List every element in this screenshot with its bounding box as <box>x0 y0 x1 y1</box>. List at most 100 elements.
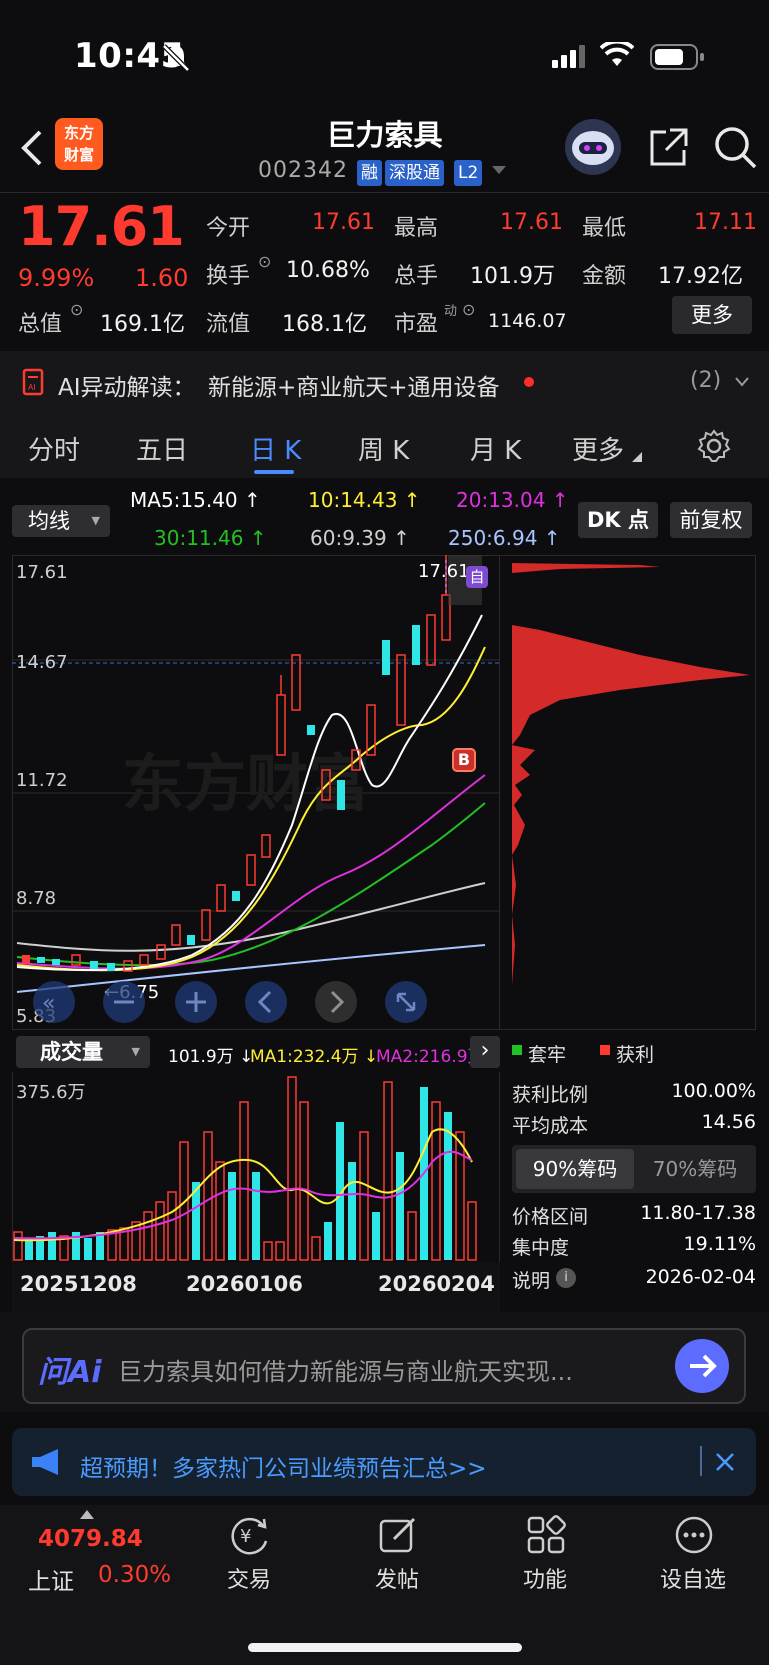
turnover-value: 10.68% <box>286 258 370 283</box>
functions-grid-icon[interactable] <box>526 1515 566 1555</box>
svg-text:东方财富: 东方财富 <box>122 747 370 820</box>
volume-indicator-select[interactable]: 成交量 ▼ <box>16 1036 150 1068</box>
ma10-value: 10:14.43 ↑ <box>308 488 421 512</box>
tab-chip-90[interactable]: 90%筹码 <box>516 1149 634 1189</box>
ma20-value: 20:13.04 ↑ <box>456 488 569 512</box>
tag-connect: 深股通 <box>385 160 444 186</box>
up-caret-icon <box>80 1510 94 1519</box>
ma250-value: 250:6.94 ↑ <box>448 526 561 550</box>
select-caret-icon: ▼ <box>131 1045 140 1058</box>
scroll-far-left-button[interactable] <box>32 980 76 1024</box>
dk-point-button[interactable]: DK 点 <box>578 502 658 538</box>
index-name: 上证 <box>28 1569 74 1595</box>
note-label: 说明 <box>512 1270 551 1292</box>
info-dots-icon[interactable]: ⊙ <box>70 300 83 319</box>
change-amount: 1.60 <box>135 264 189 292</box>
total-cap-label: 总值 <box>18 312 63 337</box>
max-price-marker: 17.61 <box>418 561 470 582</box>
ma60-value: 60:9.39 ↑ <box>310 526 410 550</box>
ask-ai-brand: 问Ai <box>38 1355 102 1390</box>
nav-add-watchlist[interactable]: 设自选 <box>643 1562 743 1594</box>
volume-expand-icon[interactable]: › <box>470 1036 500 1068</box>
tab-five-day[interactable]: 五日 <box>136 430 188 467</box>
info-dots-icon[interactable]: ⊙ <box>258 252 271 271</box>
notice-divider <box>700 1446 702 1476</box>
price-axis-top: 17.61 <box>16 562 68 583</box>
trap-legend-swatch <box>512 1045 522 1055</box>
send-arrow-icon[interactable] <box>674 1338 730 1394</box>
more-dots-icon[interactable] <box>674 1515 714 1555</box>
corner-caret-icon <box>632 452 642 462</box>
date-label-3: 20260204 <box>378 1272 495 1296</box>
open-value: 17.61 <box>312 210 375 235</box>
price-range-label: 价格区间 <box>512 1206 589 1228</box>
tab-daily-k[interactable]: 日 K <box>250 430 301 467</box>
ma-select[interactable]: 均线 ▼ <box>12 505 110 537</box>
tab-intraday[interactable]: 分时 <box>28 430 80 467</box>
profit-legend-swatch <box>600 1045 610 1055</box>
ai-banner-count: (2) <box>690 368 722 393</box>
avg-cost-value: 14.56 <box>701 1111 756 1133</box>
fullscreen-button[interactable] <box>384 980 428 1024</box>
pe-value: 1146.07 <box>488 310 567 332</box>
float-cap-label: 流值 <box>206 312 251 337</box>
home-indicator[interactable] <box>248 1643 522 1652</box>
open-label: 今开 <box>206 216 251 241</box>
price-axis-2: 14.67 <box>16 652 68 673</box>
profit-ratio-value: 100.00% <box>671 1080 756 1102</box>
buy-signal-badge[interactable]: B <box>452 748 476 772</box>
note-date: 2026-02-04 <box>645 1266 756 1288</box>
info-dots-icon[interactable]: ⊙ <box>462 300 475 319</box>
index-pct: 0.30% <box>98 1562 172 1588</box>
volume-current: 101.9万 ↓ <box>168 1047 254 1067</box>
tab-weekly-k[interactable]: 周 K <box>358 430 409 467</box>
avg-cost-label: 平均成本 <box>512 1115 589 1137</box>
price-axis-3: 11.72 <box>16 770 68 791</box>
price-range-value: 11.80-17.38 <box>640 1202 756 1224</box>
amount-label: 金额 <box>582 264 627 289</box>
change-pct: 9.99% <box>18 264 95 292</box>
trade-yen-icon[interactable]: ¥ <box>228 1515 270 1555</box>
chevron-down-icon[interactable] <box>734 376 750 388</box>
nav-functions[interactable]: 功能 <box>495 1562 595 1594</box>
mute-bell-icon <box>162 44 190 72</box>
volume-ma2: MA2:216.9万 <box>376 1047 482 1067</box>
nav-post[interactable]: 发帖 <box>347 1562 447 1594</box>
search-icon[interactable] <box>714 126 758 170</box>
notice-text: 超预期！多家热门公司业绩预告汇总>> <box>80 1456 487 1482</box>
low-label: 最低 <box>582 216 627 241</box>
nav-trade[interactable]: 交易 <box>199 1562 299 1594</box>
svg-text:AI: AI <box>28 383 36 392</box>
settings-gear-icon[interactable] <box>696 428 732 464</box>
info-icon[interactable]: i <box>556 1268 576 1288</box>
ai-banner-text: 新能源+商业航天+通用设备 <box>208 375 500 401</box>
tab-chip-70[interactable]: 70%筹码 <box>638 1149 752 1189</box>
svg-text:¥: ¥ <box>240 1526 251 1547</box>
event-marker-icon[interactable]: 自 <box>466 566 488 588</box>
concentration-label: 集中度 <box>512 1237 570 1259</box>
total-cap-value: 169.1亿 <box>100 312 185 337</box>
zoom-in-button[interactable] <box>174 980 218 1024</box>
caret-down-icon[interactable] <box>492 166 506 176</box>
post-edit-icon[interactable] <box>378 1515 418 1555</box>
close-icon[interactable] <box>714 1451 736 1473</box>
index-value[interactable]: 4079.84 <box>38 1526 143 1552</box>
high-label: 最高 <box>394 216 439 241</box>
turnover-label: 换手 <box>206 264 251 289</box>
scroll-right-button[interactable] <box>314 980 358 1024</box>
zoom-out-button[interactable] <box>102 980 146 1024</box>
more-button[interactable]: 更多 <box>672 296 752 334</box>
ma60-line <box>16 882 486 952</box>
current-price: 17.61 <box>18 195 185 258</box>
date-label-2: 20260106 <box>186 1272 303 1296</box>
share-icon[interactable] <box>648 126 690 168</box>
tab-more[interactable]: 更多 <box>572 430 624 467</box>
price-adjust-button[interactable]: 前复权 <box>670 502 752 538</box>
ma30-line <box>16 802 486 967</box>
robot-assistant-icon[interactable] <box>564 118 622 176</box>
volume-value: 101.9万 <box>470 264 555 289</box>
volume-label: 总手 <box>394 264 439 289</box>
scroll-left-button[interactable] <box>244 980 288 1024</box>
tab-monthly-k[interactable]: 月 K <box>470 430 521 467</box>
pe-label: 市盈 <box>394 312 439 337</box>
